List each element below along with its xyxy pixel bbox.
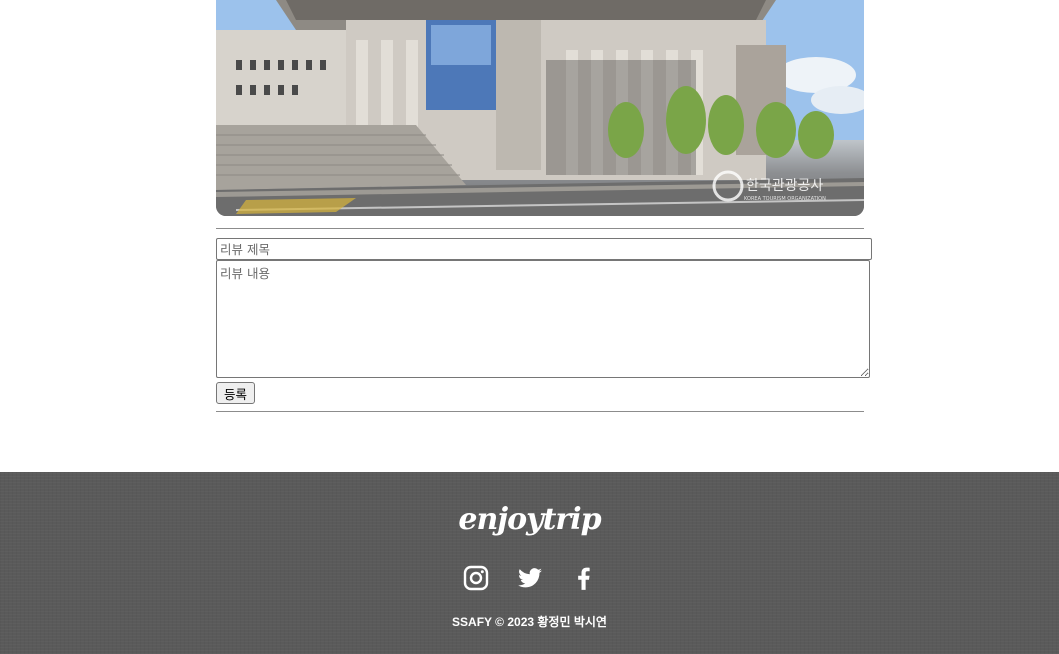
- social-links: [0, 565, 1059, 591]
- divider-top: [216, 228, 864, 229]
- watermark-text: 한국관광공사: [746, 178, 823, 194]
- facebook-link[interactable]: [571, 565, 597, 591]
- watermark-subtext: KOREA TOURISM ORGANIZATION: [744, 196, 826, 202]
- review-body-textarea[interactable]: [216, 260, 870, 378]
- submit-review-button[interactable]: 등록: [216, 382, 256, 404]
- attraction-photo-illustration: 한국관광공사 KOREA TOURISM ORGANIZATION: [216, 0, 864, 216]
- instagram-icon: [463, 565, 488, 591]
- footer-logo: enjoytrip: [458, 502, 601, 537]
- footer-copyright: SSAFY © 2023 황정민 박시연: [452, 615, 607, 629]
- twitter-link[interactable]: [517, 565, 543, 591]
- site-footer: enjoytrip SSAFY © 2023 황정민 박시연: [0, 472, 1059, 654]
- instagram-link[interactable]: [463, 565, 489, 591]
- twitter-icon: [517, 568, 542, 588]
- facebook-icon: [577, 567, 590, 590]
- attraction-photo: 한국관광공사 KOREA TOURISM ORGANIZATION: [216, 0, 864, 216]
- divider-bottom: [216, 411, 864, 412]
- review-title-input[interactable]: [216, 238, 872, 260]
- review-section: 한국관광공사 KOREA TOURISM ORGANIZATION 등록: [216, 0, 872, 412]
